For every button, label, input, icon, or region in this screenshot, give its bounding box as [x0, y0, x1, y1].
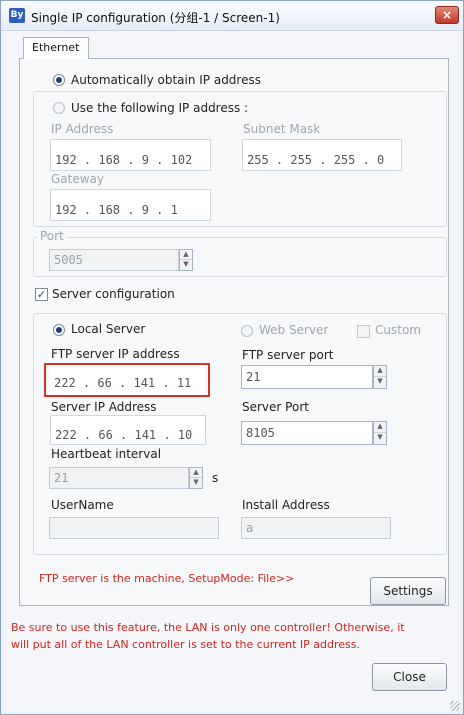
- window-title: Single IP configuration (分组-1 / Screen-1…: [31, 11, 280, 25]
- username-field[interactable]: [49, 517, 219, 539]
- port-field[interactable]: 5005: [49, 249, 179, 271]
- server-ip-field[interactable]: 222 . 66 . 141 . 10: [50, 415, 206, 445]
- resize-grip-icon[interactable]: [450, 701, 460, 711]
- ftp-ip-field[interactable]: 222 . 66 . 141 . 11: [50, 365, 204, 395]
- close-button[interactable]: Close: [372, 663, 447, 691]
- dialog-window: By Single IP configuration (分组-1 / Scree…: [0, 0, 464, 715]
- install-address-field[interactable]: a: [241, 517, 391, 539]
- warning-line-1: Be sure to use this feature, the LAN is …: [11, 621, 405, 634]
- install-address-label: Install Address: [242, 498, 330, 512]
- ip-address-label: IP Address: [51, 122, 114, 136]
- spin-up-icon[interactable]: ▲: [190, 468, 202, 478]
- server-port-label: Server Port: [242, 400, 309, 414]
- app-icon: By: [9, 8, 25, 23]
- custom-checkbox[interactable]: [357, 325, 370, 338]
- settings-button[interactable]: Settings: [370, 577, 446, 605]
- subnet-mask-field[interactable]: 255 . 255 . 255 . 0: [242, 139, 402, 171]
- title-close-button[interactable]: ×: [435, 6, 459, 24]
- ip-address-field[interactable]: 192 . 168 . 9 . 102: [50, 139, 211, 171]
- auto-ip-label: Automatically obtain IP address: [71, 73, 261, 87]
- heartbeat-field[interactable]: 21: [49, 467, 189, 489]
- server-config-checkbox[interactable]: ✓: [35, 288, 48, 301]
- heartbeat-unit: s: [212, 471, 219, 485]
- ftp-note: FTP server is the machine, SetupMode: Fi…: [39, 572, 295, 585]
- manual-ip-radio[interactable]: [53, 102, 65, 114]
- server-config-label: Server configuration: [52, 287, 175, 301]
- tab-ethernet[interactable]: Ethernet: [23, 37, 89, 59]
- local-server-label: Local Server: [71, 322, 146, 336]
- web-server-label: Web Server: [259, 323, 329, 337]
- heartbeat-label: Heartbeat interval: [51, 447, 162, 461]
- spin-up-icon[interactable]: ▲: [374, 422, 386, 433]
- gateway-label: Gateway: [51, 172, 105, 186]
- check-mark-icon: ✓: [36, 288, 47, 301]
- manual-ip-label: Use the following IP address :: [71, 101, 249, 115]
- subnet-mask-label: Subnet Mask: [243, 122, 321, 136]
- close-icon: ×: [441, 8, 453, 22]
- server-ip-label: Server IP Address: [51, 400, 157, 414]
- spin-down-icon[interactable]: ▼: [190, 478, 202, 488]
- tab-ethernet-label: Ethernet: [32, 41, 80, 54]
- server-port-field[interactable]: 8105: [241, 421, 373, 445]
- port-label: Port: [37, 229, 67, 243]
- auto-ip-radio[interactable]: [53, 74, 65, 86]
- ftp-port-field[interactable]: 21: [241, 365, 373, 389]
- title-bar[interactable]: By Single IP configuration (分组-1 / Scree…: [1, 1, 463, 31]
- local-server-radio[interactable]: [53, 324, 65, 336]
- server-port-spinner[interactable]: ▲ ▼: [373, 421, 387, 445]
- ftp-port-label: FTP server port: [242, 348, 334, 362]
- web-server-radio[interactable]: [241, 325, 253, 337]
- ftp-ip-label: FTP server IP address: [51, 347, 180, 361]
- heartbeat-spinner[interactable]: ▲ ▼: [189, 467, 203, 489]
- spin-down-icon[interactable]: ▼: [374, 433, 386, 444]
- username-label: UserName: [51, 498, 114, 512]
- gateway-field[interactable]: 192 . 168 . 9 . 1: [50, 189, 211, 221]
- spin-down-icon[interactable]: ▼: [374, 377, 386, 388]
- spin-down-icon[interactable]: ▼: [180, 260, 192, 270]
- spin-up-icon[interactable]: ▲: [180, 250, 192, 260]
- spin-up-icon[interactable]: ▲: [374, 366, 386, 377]
- warning-line-2: will put all of the LAN controller is se…: [11, 638, 360, 651]
- custom-label: Custom: [375, 323, 421, 337]
- ftp-port-spinner[interactable]: ▲ ▼: [373, 365, 387, 389]
- port-spinner[interactable]: ▲ ▼: [179, 249, 193, 271]
